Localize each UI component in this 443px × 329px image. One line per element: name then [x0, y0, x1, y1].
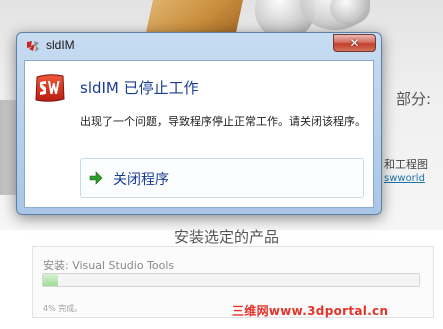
solidworks-app-icon — [35, 74, 65, 102]
install-status-label: 安装: Visual Studio Tools — [43, 259, 175, 272]
close-program-button[interactable]: 关闭程序 — [80, 158, 364, 198]
install-progress-fill — [43, 274, 59, 286]
section-heading: 安装选定的产品 — [173, 228, 279, 246]
green-arrow-icon — [89, 171, 103, 185]
close-button[interactable]: ✕ — [333, 34, 376, 52]
side-text-fragment: 和工程图 — [384, 158, 428, 171]
dialog-content: sldIM 已停止工作 出现了一个问题，导致程序停止正常工作。请关闭该程序。 关… — [24, 60, 374, 208]
error-headline: sldIM 已停止工作 — [80, 79, 199, 97]
site-watermark: 三维网www.3dportal.cn — [232, 304, 389, 318]
solidworks-logo-icon — [27, 41, 39, 52]
side-link-fragment[interactable]: swworld — [384, 173, 425, 184]
close-icon: ✕ — [349, 36, 360, 50]
close-program-label: 关闭程序 — [113, 172, 169, 188]
error-message: 出现了一个问题，导致程序停止正常工作。请关闭该程序。 — [80, 115, 366, 128]
error-dialog: sldIM ✕ sldIM 已停止工作 出现了一个问题，导致程序停止正常工作。请… — [16, 32, 382, 215]
dialog-title: sldIM — [46, 38, 75, 52]
dialog-titlebar[interactable]: sldIM ✕ — [17, 33, 381, 59]
side-heading-fragment: 部分: — [396, 90, 432, 108]
install-progress-text: 4% 完成。 — [43, 304, 83, 313]
install-progress-bar — [42, 273, 420, 287]
